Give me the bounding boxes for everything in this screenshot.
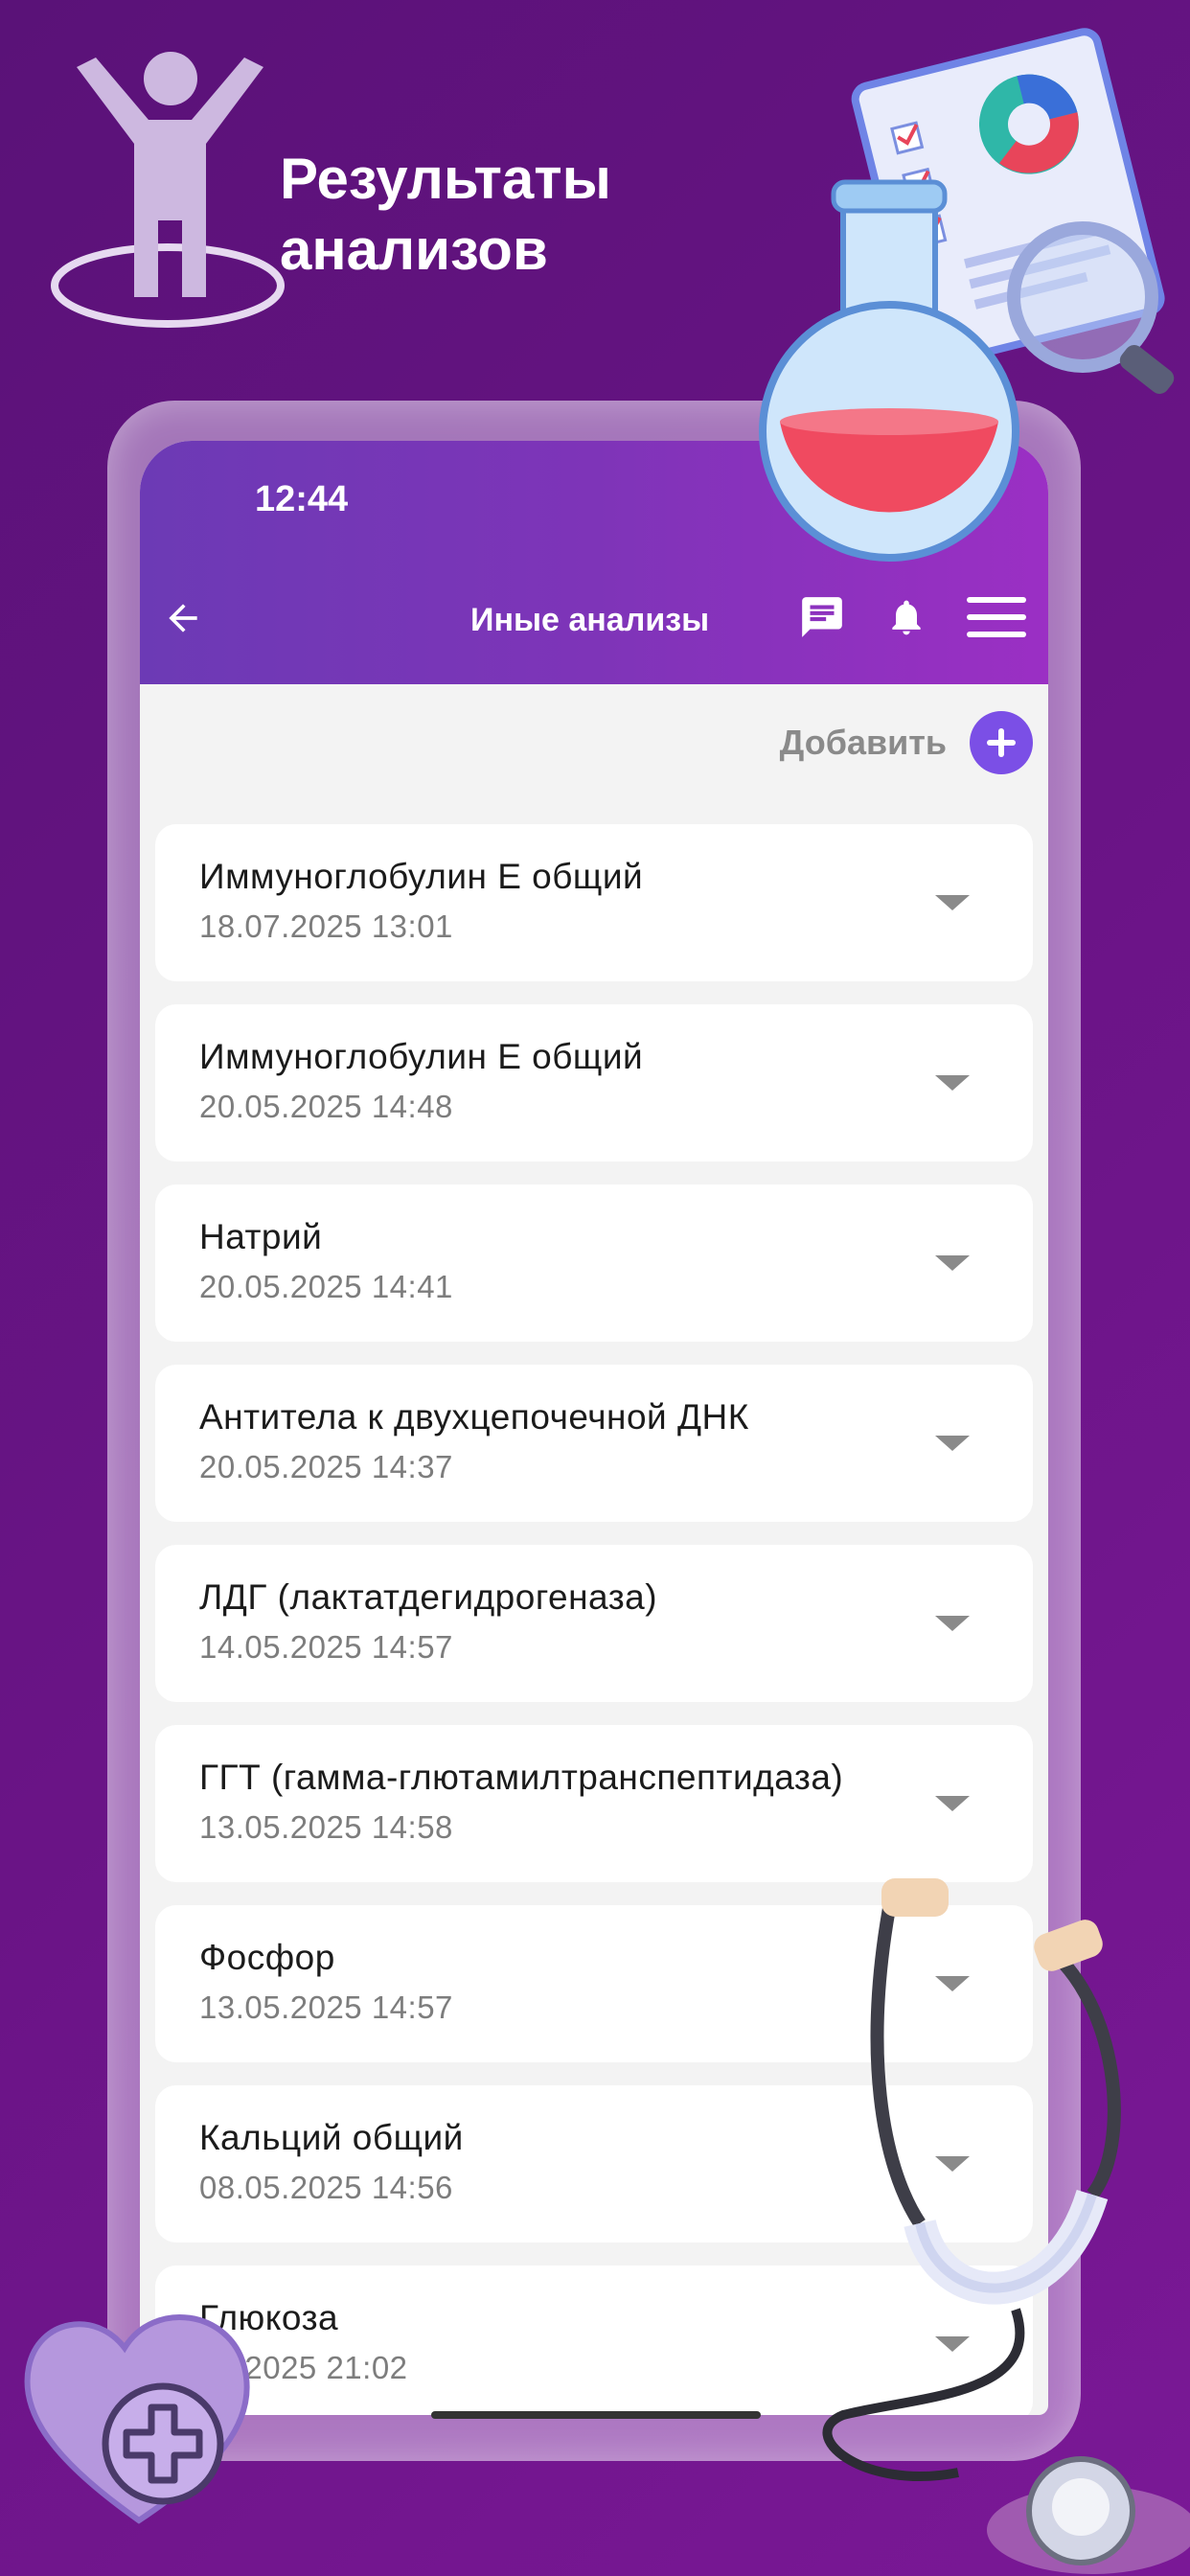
item-date: 20.05.2025 14:37 xyxy=(199,1449,453,1484)
promo-title: Результаты анализов xyxy=(280,144,711,286)
bell-icon xyxy=(892,600,921,635)
chevron-down-icon[interactable] xyxy=(935,1436,970,1451)
promo-title-line2: анализов xyxy=(280,218,548,282)
home-indicator xyxy=(431,2411,761,2419)
item-title: ЛДГ (лактатдегидрогеназа) xyxy=(199,1577,658,1617)
chat-button[interactable] xyxy=(793,588,851,646)
menu-button[interactable] xyxy=(964,585,1029,650)
chat-icon xyxy=(802,597,842,637)
item-title: Иммуноглобулин Е общий xyxy=(199,857,644,896)
item-title: Антитела к двухцепочечной ДНК xyxy=(199,1397,749,1437)
add-label: Добавить xyxy=(779,723,947,762)
chevron-down-icon[interactable] xyxy=(935,1616,970,1631)
list-item[interactable]: Иммуноглобулин Е общий 20.05.2025 14:48 xyxy=(155,1004,1033,1162)
list-item[interactable]: Иммуноглобулин Е общий 18.07.2025 13:01 xyxy=(155,824,1033,981)
back-arrow-icon xyxy=(169,604,197,632)
hamburger-menu-icon xyxy=(967,597,1026,637)
chevron-down-icon[interactable] xyxy=(935,1796,970,1811)
chevron-down-icon[interactable] xyxy=(935,895,970,910)
heart-medical-cross-icon xyxy=(24,2314,250,2524)
item-date: 13.05.2025 14:58 xyxy=(199,1809,453,1845)
chevron-down-icon[interactable] xyxy=(935,1075,970,1091)
chevron-down-icon[interactable] xyxy=(935,1255,970,1271)
item-date: 20.05.2025 14:48 xyxy=(199,1089,453,1124)
item-title: ГГТ (гамма-глютамилтранспептидаза) xyxy=(199,1758,844,1797)
item-date: 20.05.2025 14:41 xyxy=(199,1269,453,1304)
item-date: 18.07.2025 13:01 xyxy=(199,908,453,944)
list-item[interactable]: Антитела к двухцепочечной ДНК 20.05.2025… xyxy=(155,1365,1033,1522)
item-title: Иммуноглобулин Е общий xyxy=(199,1037,644,1076)
page-title: Иные анализы xyxy=(470,602,710,638)
list-item[interactable]: ЛДГ (лактатдегидрогеназа) 14.05.2025 14:… xyxy=(155,1545,1033,1702)
notifications-button[interactable] xyxy=(878,588,935,646)
item-date: 14.05.2025 14:57 xyxy=(199,1629,453,1665)
item-title: Натрий xyxy=(199,1217,323,1256)
status-time: 12:44 xyxy=(255,479,349,519)
person-raised-arms-icon xyxy=(51,52,285,328)
promo-title-line1: Результаты xyxy=(280,147,611,211)
lab-flask-report-icon xyxy=(759,28,1175,562)
plus-icon xyxy=(970,711,1033,774)
back-button[interactable] xyxy=(149,585,217,652)
stethoscope-icon xyxy=(822,1878,1190,2574)
add-analysis-button[interactable]: Добавить xyxy=(780,711,1033,774)
list-item[interactable]: Натрий 20.05.2025 14:41 xyxy=(155,1184,1033,1342)
